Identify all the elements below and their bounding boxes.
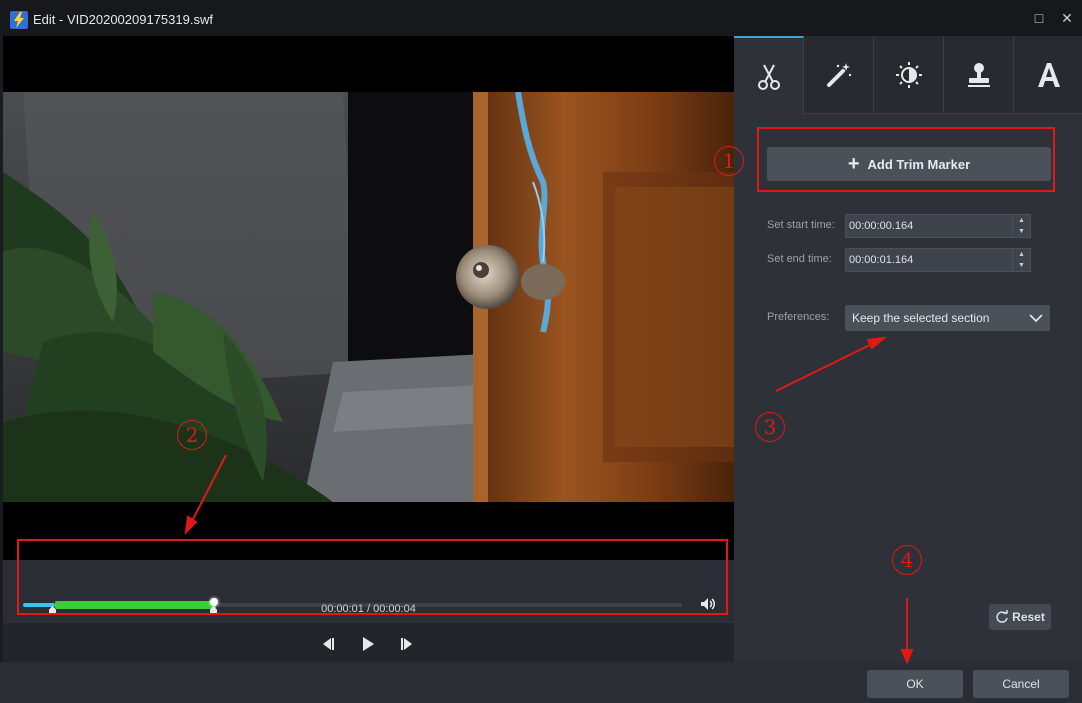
start-time-value: 00:00:00.164 — [849, 220, 914, 232]
start-time-label: Set start time: — [767, 219, 835, 231]
magic-wand-icon — [826, 63, 851, 87]
preferences-select[interactable]: Keep the selected section — [845, 305, 1050, 331]
reset-icon — [996, 610, 1008, 623]
chevron-down-icon[interactable]: ▼ — [1013, 226, 1030, 237]
preferences-value: Keep the selected section — [852, 311, 990, 325]
annotation-box-timeline — [17, 539, 728, 615]
chevron-down-icon — [1029, 314, 1043, 323]
chevron-up-icon[interactable]: ▲ — [1013, 249, 1030, 260]
tab-watermark[interactable] — [944, 36, 1014, 114]
video-player[interactable] — [3, 36, 734, 560]
title-bar: Edit - VID20200209175319.swf □ ✕ — [0, 0, 1082, 36]
ok-button[interactable]: OK — [867, 670, 963, 698]
end-time-spinner[interactable]: ▲ ▼ — [1012, 249, 1030, 271]
annotation-number-3: 3 — [755, 412, 785, 442]
tab-text[interactable] — [1014, 36, 1082, 114]
tab-adjust[interactable] — [874, 36, 944, 114]
tab-effects[interactable] — [804, 36, 874, 114]
annotation-number-4: 4 — [892, 545, 922, 575]
reset-button[interactable]: Reset — [989, 604, 1051, 630]
scissors-icon — [757, 64, 780, 90]
play-icon[interactable] — [359, 635, 377, 653]
annotation-number-1: 1 — [714, 146, 744, 176]
close-button[interactable]: ✕ — [1058, 9, 1076, 27]
lightning-app-icon — [10, 11, 28, 29]
chevron-up-icon[interactable]: ▲ — [1013, 215, 1030, 226]
next-frame-icon[interactable] — [398, 635, 416, 653]
reset-label: Reset — [1012, 610, 1045, 624]
window-title: Edit - VID20200209175319.swf — [33, 12, 213, 27]
start-time-spinner[interactable]: ▲ ▼ — [1012, 215, 1030, 237]
start-time-input[interactable]: 00:00:00.164 ▲ ▼ — [845, 214, 1031, 238]
stamp-icon — [967, 63, 990, 87]
playback-controls — [3, 622, 734, 662]
maximize-button[interactable]: □ — [1030, 9, 1048, 27]
end-time-label: Set end time: — [767, 253, 832, 265]
tab-trim[interactable] — [734, 36, 804, 115]
end-time-input[interactable]: 00:00:01.164 ▲ ▼ — [845, 248, 1031, 272]
annotation-box-trim-marker — [757, 127, 1055, 192]
text-A-icon — [1038, 63, 1060, 87]
preferences-label: Preferences: — [767, 311, 830, 323]
chevron-down-icon[interactable]: ▼ — [1013, 260, 1030, 271]
previous-frame-icon[interactable] — [319, 635, 337, 653]
brightness-icon — [895, 62, 922, 88]
end-time-value: 00:00:01.164 — [849, 254, 914, 266]
edit-tabs — [734, 36, 1082, 115]
cancel-button[interactable]: Cancel — [973, 670, 1069, 698]
annotation-number-2: 2 — [177, 420, 207, 450]
video-frame — [3, 92, 734, 502]
